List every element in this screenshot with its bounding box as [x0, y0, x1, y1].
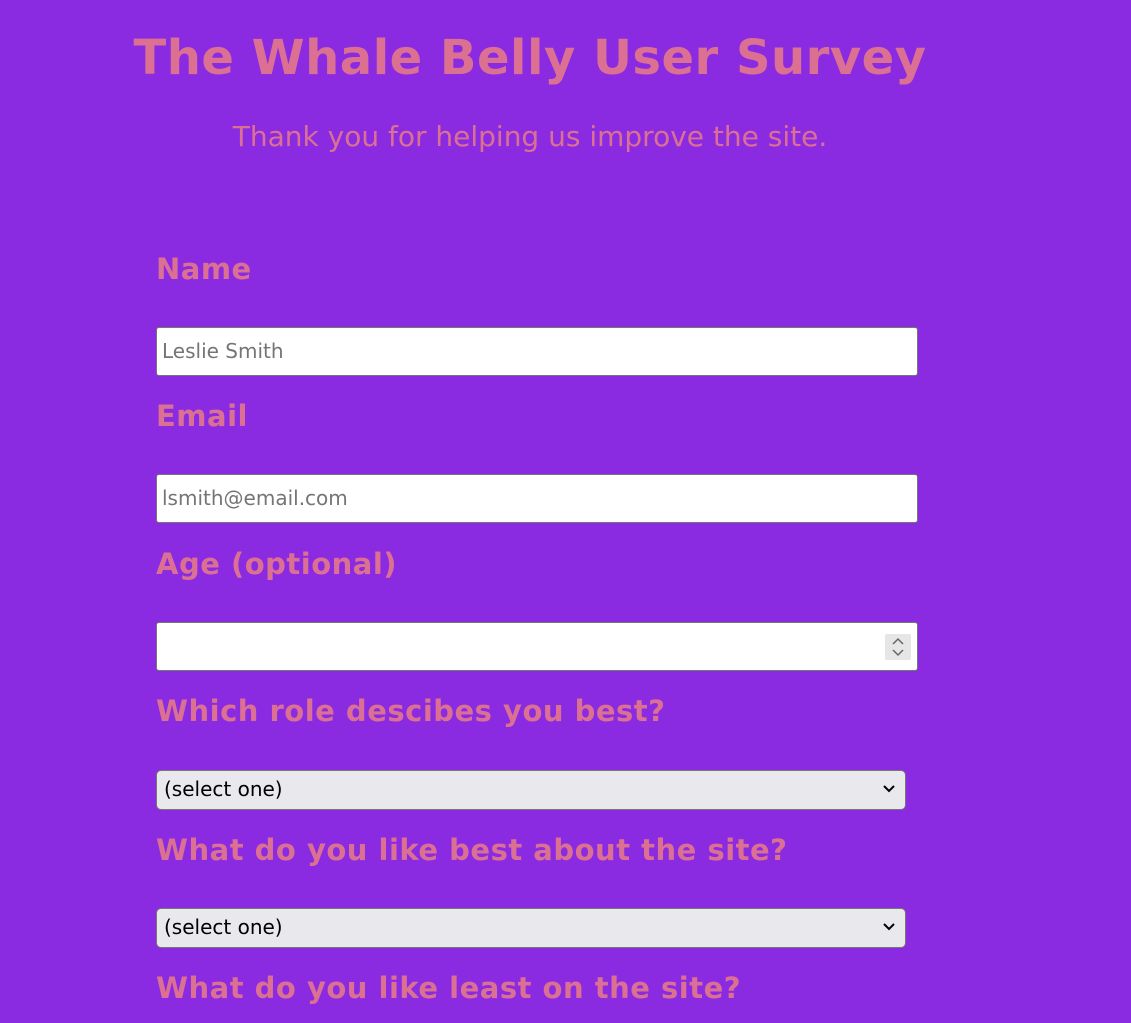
age-label: Age (optional) — [156, 547, 398, 581]
name-input[interactable]: Leslie Smith — [156, 327, 918, 376]
age-input[interactable] — [156, 622, 918, 671]
role-select[interactable]: (select one) — [156, 770, 906, 810]
page-subtitle: Thank you for helping us improve the sit… — [232, 120, 828, 153]
role-label: Which role descibes you best? — [156, 694, 666, 728]
role-selected-value: (select one) — [164, 777, 283, 801]
name-label: Name — [156, 252, 252, 286]
up-down-arrows-icon[interactable] — [885, 634, 911, 660]
survey-page: The Whale Belly User Survey Thank you fo… — [0, 0, 1131, 1023]
chevron-down-icon — [883, 923, 895, 931]
chevron-down-icon — [883, 785, 895, 793]
like-best-select[interactable]: (select one) — [156, 908, 906, 948]
like-best-label: What do you like best about the site? — [156, 833, 788, 867]
like-least-label: What do you like least on the site? — [156, 971, 742, 1005]
page-title: The Whale Belly User Survey — [133, 30, 927, 86]
email-label: Email — [156, 399, 248, 433]
email-input[interactable]: lsmith@email.com — [156, 474, 918, 523]
like-best-selected-value: (select one) — [164, 915, 283, 939]
